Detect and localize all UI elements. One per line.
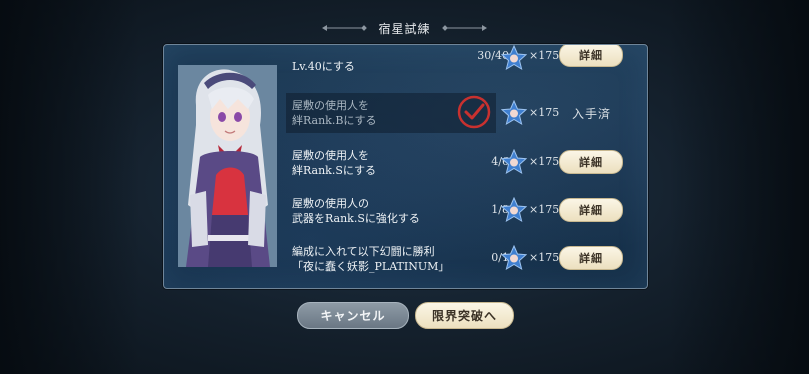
star-character-icon	[501, 197, 527, 223]
star-character-icon	[501, 100, 527, 126]
detail-button[interactable]: 詳細	[559, 246, 623, 270]
mission-text-line2: 「夜に蠢く妖影_PLATINUM」	[292, 260, 450, 273]
left-vignette	[0, 0, 140, 374]
limit-break-button[interactable]: 限界突破へ	[415, 302, 514, 329]
reward-amount: ×175	[529, 106, 560, 119]
mission-text-line1: Lv.40にする	[292, 60, 355, 73]
mission-row: 編成に入れて以下幻闘に勝利 「夜に蠢く妖影_PLATINUM」 0/1 ×175…	[287, 237, 635, 279]
dialog-title: 宿星試練	[378, 21, 431, 36]
detail-button[interactable]: 詳細	[559, 45, 623, 67]
mission-text-line2: 絆Rank.Bにする	[292, 114, 377, 127]
right-vignette	[669, 0, 809, 374]
checkmark-icon	[457, 95, 491, 129]
mission-text-line1: 屋敷の使用人を	[292, 149, 369, 162]
obtained-status: 入手済	[572, 107, 612, 121]
mission-row: 屋敷の使用人を 絆Rank.Sにする 4/6 ×175 詳細	[287, 141, 635, 183]
dialog-header: 宿星試練	[0, 16, 809, 40]
title-ornament-right-icon	[441, 25, 487, 31]
reward-amount: ×175	[529, 155, 560, 168]
reward-amount: ×175	[529, 203, 560, 216]
mission-panel: Lv.40にする 30/40 ×175 詳細 屋敷の使用人を 絆Rank.Bにす…	[163, 44, 648, 289]
mission-row: 屋敷の使用人の 武器をRank.Sに強化する 1/8 ×175 詳細	[287, 189, 635, 231]
star-character-icon	[501, 45, 527, 71]
title-ornament-left-icon	[322, 25, 368, 31]
mission-text-line1: 編成に入れて以下幻闘に勝利	[292, 245, 435, 258]
star-character-icon	[501, 245, 527, 271]
mission-text-line1: 屋敷の使用人を	[292, 99, 369, 112]
detail-button[interactable]: 詳細	[559, 198, 623, 222]
reward-amount: ×175	[529, 49, 560, 62]
mission-text-line1: 屋敷の使用人の	[292, 197, 369, 210]
character-portrait	[178, 65, 277, 267]
mission-row: Lv.40にする 30/40 ×175 詳細	[287, 45, 635, 81]
mission-text-line2: 絆Rank.Sにする	[292, 164, 376, 177]
mission-row-completed: 屋敷の使用人を 絆Rank.Bにする ×175 入手済	[286, 92, 635, 134]
cancel-button[interactable]: キャンセル	[297, 302, 409, 329]
star-character-icon	[501, 149, 527, 175]
reward-amount: ×175	[529, 251, 560, 264]
mission-text-line2: 武器をRank.Sに強化する	[292, 212, 420, 225]
detail-button[interactable]: 詳細	[559, 150, 623, 174]
